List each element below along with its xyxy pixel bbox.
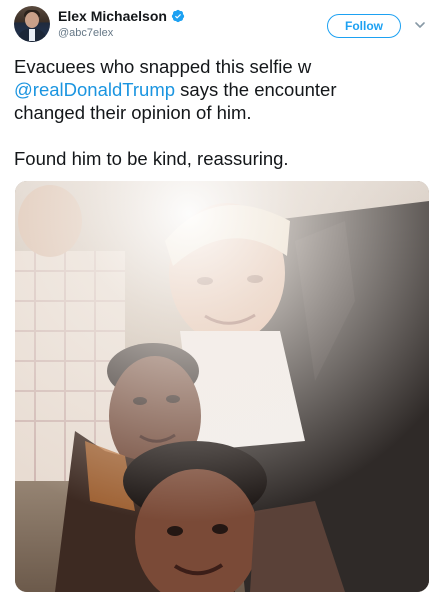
tweet-line-2-rest: says the encounter [175, 79, 337, 100]
tweet-line-3: changed their opinion of him. [14, 102, 252, 123]
author-handle[interactable]: @abc7elex [58, 27, 113, 39]
tweet-card: Elex Michaelson @abc7elex Follow Evacuee… [0, 0, 445, 600]
chevron-down-icon[interactable] [414, 19, 426, 31]
verified-badge-icon [171, 9, 185, 23]
tweet-photo[interactable] [15, 181, 429, 592]
tweet-text: Evacuees who snapped this selfie w @real… [14, 55, 434, 170]
tweet-paragraph-2: Found him to be kind, reassuring. [14, 148, 289, 169]
author-display-name[interactable]: Elex Michaelson [58, 8, 167, 24]
tweet-line-2: @realDonaldTrump says the encounter [14, 78, 434, 101]
mention-link[interactable]: @realDonaldTrump [14, 79, 175, 100]
avatar[interactable] [14, 6, 50, 42]
follow-button[interactable]: Follow [327, 14, 401, 38]
tweet-line-1: Evacuees who snapped this selfie w [14, 56, 312, 77]
selfie-photo-illustration [15, 181, 429, 592]
avatar-shirt [29, 29, 35, 41]
avatar-face [25, 12, 39, 28]
author-name-row[interactable]: Elex Michaelson [58, 8, 185, 24]
